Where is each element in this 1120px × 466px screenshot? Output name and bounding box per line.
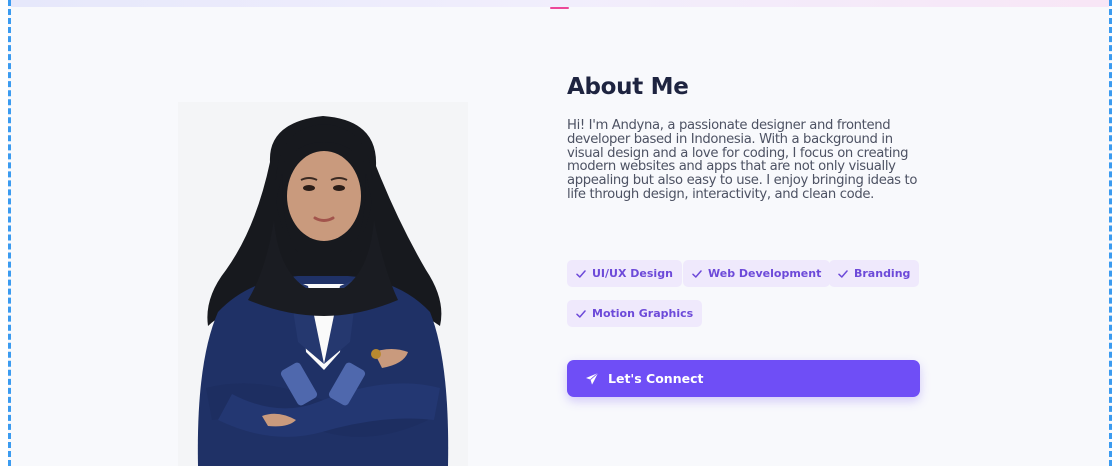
profile-photo: [178, 102, 468, 466]
check-icon: [838, 269, 848, 278]
about-description: Hi! I'm Andyna, a passionate designer an…: [567, 118, 918, 202]
skill-tag-web-development: Web Development: [683, 260, 831, 287]
section-indicator: [550, 7, 569, 9]
lets-connect-label: Let's Connect: [608, 371, 704, 386]
skill-label: UI/UX Design: [592, 267, 673, 280]
about-section: [8, 0, 1112, 466]
skill-label: Motion Graphics: [592, 307, 694, 320]
skill-tag-motion-graphics: Motion Graphics: [567, 300, 703, 327]
paper-plane-icon: [586, 372, 599, 385]
about-title: About Me: [567, 74, 689, 100]
check-icon: [692, 269, 702, 278]
skill-label: Web Development: [708, 267, 822, 280]
check-icon: [576, 269, 586, 278]
skill-tag-uiux: UI/UX Design: [567, 260, 682, 287]
lets-connect-button[interactable]: Let's Connect: [567, 360, 920, 397]
skill-tag-branding: Branding: [829, 260, 920, 287]
top-gradient-strip: [11, 0, 1109, 7]
check-icon: [576, 309, 586, 318]
skill-label: Branding: [854, 267, 911, 280]
